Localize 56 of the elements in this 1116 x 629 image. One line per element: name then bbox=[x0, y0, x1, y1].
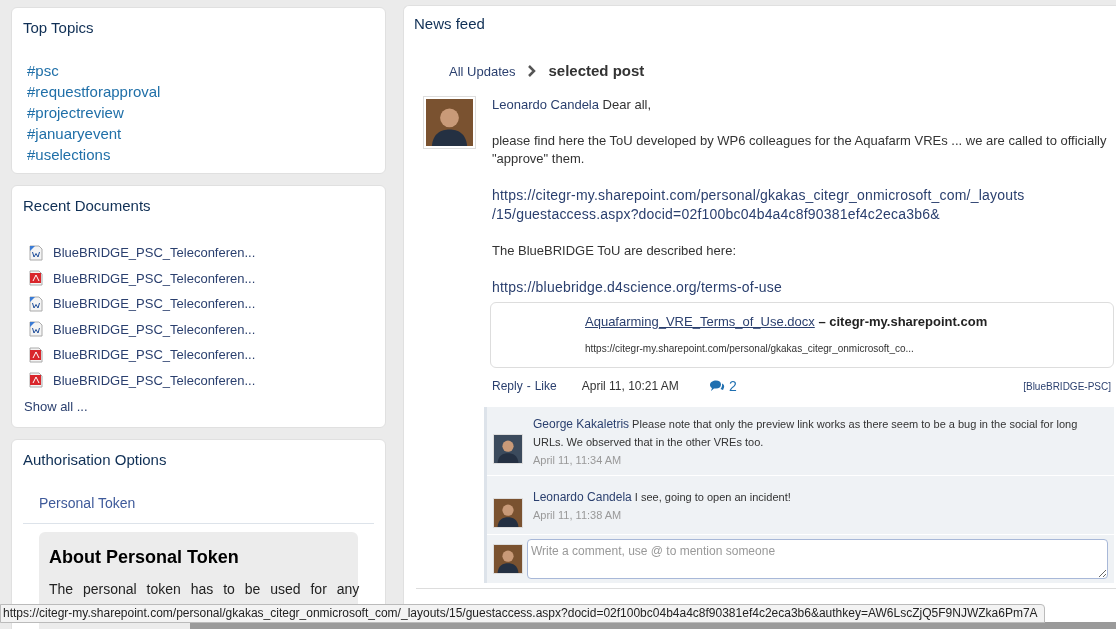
group-link[interactable]: [BlueBRIDGE-PSC] bbox=[1023, 378, 1111, 394]
document-link[interactable]: BlueBRIDGE_PSC_Teleconferen... bbox=[53, 294, 256, 314]
document-link[interactable]: BlueBRIDGE_PSC_Teleconferen... bbox=[53, 243, 256, 263]
topic-link[interactable]: #uselections bbox=[27, 143, 111, 165]
feed-title: News feed bbox=[414, 14, 485, 34]
breadcrumb-link[interactable]: All Updates bbox=[449, 61, 516, 81]
personal-token-tab[interactable]: Personal Token bbox=[39, 495, 136, 511]
status-bar-url: https://citegr-my.sharepoint.com/personal/gkakas_citegr_onmicrosoft_com/_layouts/15/guestaccess.aspx?docid=02f100bc04b4a4c8f90381ef4c2eca3b6&authkey=AW6LscZjQ5F9NJWZka6Pm7A bbox=[0, 604, 1045, 623]
comments-icon[interactable] bbox=[708, 380, 725, 392]
reply-link[interactable]: Reply bbox=[492, 377, 523, 395]
separator-text: - bbox=[526, 378, 531, 395]
card-title: Recent Documents bbox=[23, 195, 152, 216]
pdf-document-icon bbox=[29, 270, 43, 287]
pdf-document-icon bbox=[29, 372, 43, 389]
pdf-document-icon bbox=[29, 346, 43, 363]
breadcrumb-current: selected post bbox=[548, 61, 645, 81]
document-link[interactable]: BlueBRIDGE_PSC_Teleconferen... bbox=[53, 345, 256, 365]
comment-field[interactable]: Write a comment, use @ to mention someone bbox=[527, 538, 1108, 579]
comment-time: April 11, 11:34 AM bbox=[533, 452, 623, 468]
topic-link[interactable]: #requestforapproval bbox=[27, 80, 161, 102]
preview-site: – citegr-my.sharepoint.com bbox=[818, 313, 988, 329]
document-link[interactable]: BlueBRIDGE_PSC_Teleconferen... bbox=[53, 319, 256, 339]
comment-text: George Kakaletris Please note that only the preview link works as there seem to be a bug in the social for long URLs. We observed that in the other VREs too. bbox=[533, 415, 1079, 450]
word-document-icon bbox=[29, 244, 43, 261]
post-time: April 11, 10:21 AM bbox=[581, 378, 679, 395]
like-link[interactable]: Like bbox=[534, 377, 557, 395]
comment-count: 2 bbox=[728, 376, 737, 396]
topic-link[interactable]: #projectreview bbox=[27, 101, 124, 123]
word-document-icon bbox=[29, 321, 43, 338]
post-text: The BlueBRIDGE ToU are described here: bbox=[492, 241, 737, 260]
comment-text: Leonardo Candela I see, going to open an incident! bbox=[533, 488, 792, 506]
preview-url: https://citegr-my.sharepoint.com/personal/gkakas_citegr_onmicrosoft_co... bbox=[585, 342, 915, 356]
author-link[interactable]: George Kakaletris bbox=[533, 416, 630, 431]
post-link[interactable]: https://citegr-my.sharepoint.com/personal/gkakas_citegr_onmicrosoft_com/_layouts /15/guestaccess.aspx?docid=02f100bc04b4a4c8f90381ef4c2eca3b6& bbox=[492, 185, 1114, 224]
document-link[interactable]: BlueBRIDGE_PSC_Teleconferen... bbox=[53, 370, 256, 390]
panel-heading: About Personal Token bbox=[49, 546, 240, 569]
author-link[interactable]: Leonardo Candela bbox=[533, 489, 632, 504]
topic-link[interactable]: #januaryevent bbox=[27, 122, 122, 144]
author-link[interactable]: Leonardo Candela bbox=[492, 96, 599, 112]
word-document-icon bbox=[29, 295, 43, 312]
avatar bbox=[426, 98, 473, 146]
document-link[interactable]: BlueBRIDGE_PSC_Teleconferen... bbox=[53, 268, 256, 288]
card-title: Authorisation Options bbox=[23, 449, 168, 470]
avatar bbox=[494, 498, 522, 527]
chevron-icon bbox=[527, 65, 537, 78]
avatar bbox=[494, 544, 522, 573]
panel-text: The personal token has to be used for any bbox=[49, 580, 360, 599]
avatar bbox=[494, 434, 522, 463]
card-title: Top Topics bbox=[23, 18, 95, 38]
post-text: please find here the ToU developed by WP6 colleagues for the Aquafarm VREs ... we are called to officially "approve" them. bbox=[492, 131, 1108, 168]
preview-link[interactable]: Aquafarming_VRE_Terms_of_Use.docx bbox=[585, 313, 815, 329]
show-all-link[interactable]: Show all ... bbox=[24, 397, 374, 417]
comment-time: April 11, 11:38 AM bbox=[533, 507, 623, 523]
post-link[interactable]: https://bluebridge.d4science.org/terms-of-use bbox=[492, 277, 1114, 297]
post-text: Dear all, bbox=[602, 96, 652, 112]
topic-link[interactable]: #psc bbox=[27, 59, 59, 81]
